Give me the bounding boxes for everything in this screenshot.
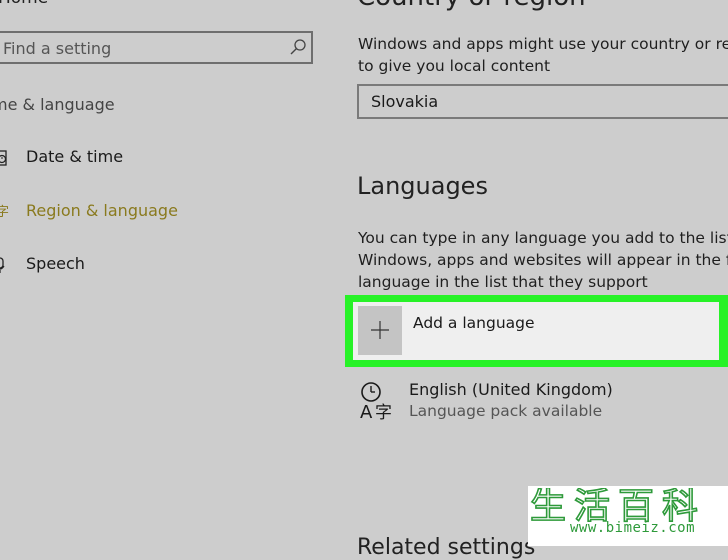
country-selected-value: Slovakia <box>371 92 439 111</box>
country-heading: Country or region <box>357 0 586 12</box>
svg-text:字: 字 <box>0 205 9 220</box>
country-description-line: Windows and apps might use your country … <box>358 35 728 53</box>
language-list-item[interactable]: A 字 English (United Kingdom) Language pa… <box>357 380 728 426</box>
watermark-logo: 生活百科 <box>529 488 706 524</box>
plus-tile <box>358 306 402 355</box>
language-name: English (United Kingdom) <box>409 380 613 399</box>
languages-heading: Languages <box>357 172 488 200</box>
svg-text:生活百科: 生活百科 <box>530 488 706 524</box>
languages-description: You can type in any language you add to … <box>358 227 728 293</box>
languages-description-line: language in the list that they support <box>358 273 648 291</box>
add-language-button[interactable]: Add a language <box>353 302 719 360</box>
add-language-label: Add a language <box>413 314 535 332</box>
search-box[interactable]: Find a setting <box>0 31 313 64</box>
svg-text:字: 字 <box>375 403 392 422</box>
search-input[interactable]: Find a setting <box>3 39 111 58</box>
plus-icon <box>371 321 389 339</box>
watermark: 生活百科 www.bimeiz.com <box>528 486 728 546</box>
country-description-line: to give you local content <box>358 57 551 75</box>
related-settings-heading: Related settings <box>357 535 536 560</box>
section-heading: me & language <box>0 95 115 114</box>
sidebar-item-label: Region & language <box>26 201 178 220</box>
language-status: Language pack available <box>409 402 603 420</box>
home-link[interactable]: Home <box>0 0 48 8</box>
watermark-url: www.bimeiz.com <box>570 520 696 536</box>
sidebar-item-label: Speech <box>26 254 85 273</box>
clock-icon <box>0 150 7 166</box>
language-clock-icon: A 字 <box>360 382 392 422</box>
language-icon: 字 <box>0 205 9 220</box>
languages-description-line: You can type in any language you add to … <box>358 229 728 247</box>
sidebar-item-label: Date & time <box>26 147 124 166</box>
search-icon[interactable] <box>289 38 307 56</box>
languages-description-line: Windows, apps and websites will appear i… <box>358 251 728 269</box>
microphone-icon <box>0 257 5 273</box>
country-description: Windows and apps might use your country … <box>358 33 728 77</box>
country-dropdown[interactable]: Slovakia <box>357 84 728 119</box>
svg-text:A: A <box>360 402 373 422</box>
